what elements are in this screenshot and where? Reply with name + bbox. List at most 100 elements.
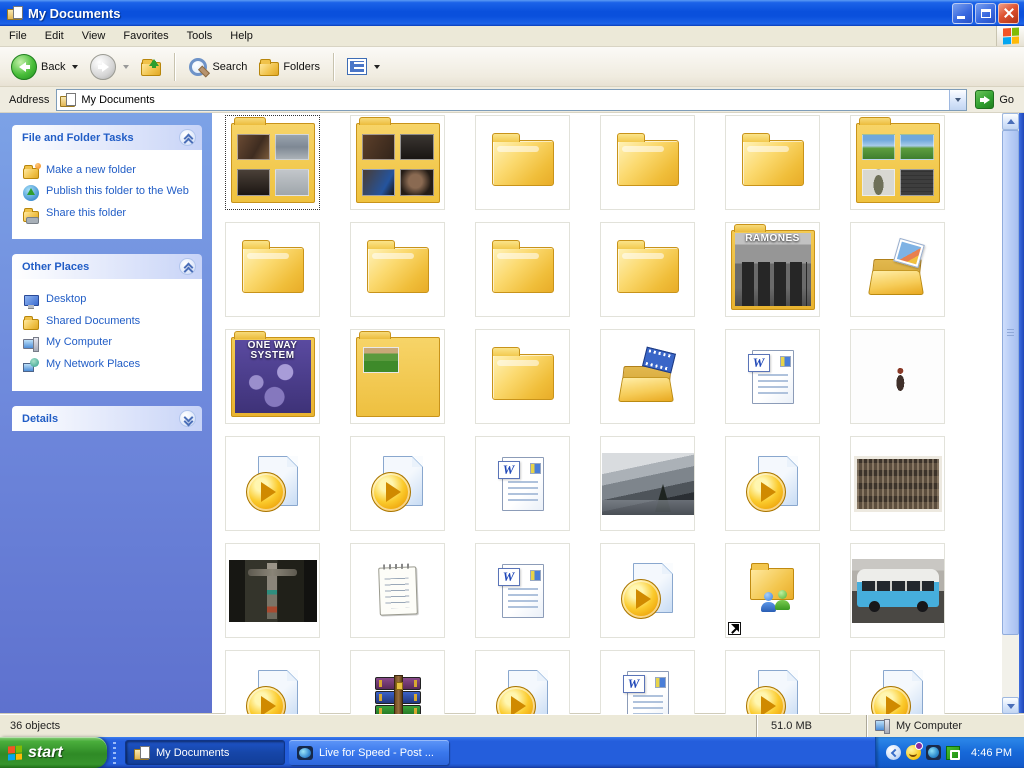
- media-file-icon: [244, 455, 302, 512]
- sidebar-item[interactable]: Shared Documents: [23, 315, 193, 330]
- word-document[interactable]: W: [475, 436, 570, 531]
- photo-folder-icon: [855, 116, 940, 203]
- sidebar-link[interactable]: Make a new folder: [46, 164, 136, 177]
- folder[interactable]: [350, 222, 445, 317]
- van-photo[interactable]: [850, 543, 945, 638]
- views-dropdown-icon[interactable]: [374, 64, 381, 69]
- text-file[interactable]: [350, 543, 445, 638]
- my-documents-icon: [7, 6, 23, 20]
- media-file-icon: [744, 669, 802, 714]
- scroll-track[interactable]: [1002, 130, 1019, 697]
- back-button[interactable]: Back: [6, 51, 83, 83]
- menu-help[interactable]: Help: [221, 26, 262, 46]
- photo-thumbnail: [851, 558, 944, 623]
- group-photo[interactable]: [850, 436, 945, 531]
- folder[interactable]: [475, 329, 570, 424]
- tray-collapse-icon[interactable]: [886, 745, 902, 760]
- folder[interactable]: [475, 115, 570, 210]
- archive-file[interactable]: [350, 650, 445, 714]
- photo-folder[interactable]: [350, 115, 445, 210]
- sidebar-link[interactable]: My Computer: [46, 336, 112, 349]
- sidebar-item[interactable]: Share this folder: [23, 207, 193, 224]
- photo-folder-icon: [355, 116, 440, 203]
- address-dropdown-button[interactable]: [949, 89, 967, 110]
- folder[interactable]: [600, 115, 695, 210]
- media-file[interactable]: [600, 543, 695, 638]
- shared-folder-shortcut[interactable]: [725, 543, 820, 638]
- start-button[interactable]: start: [0, 737, 107, 768]
- folder[interactable]: [225, 222, 320, 317]
- task-pane: File and Folder Tasks Make a new folder P…: [0, 113, 212, 714]
- sidebar-link[interactable]: My Network Places: [46, 358, 140, 371]
- minimize-button[interactable]: [952, 2, 973, 24]
- media-file[interactable]: [725, 436, 820, 531]
- screenshots-folder[interactable]: [850, 115, 945, 210]
- expand-icon[interactable]: [179, 410, 196, 427]
- word-document[interactable]: W: [725, 329, 820, 424]
- folder[interactable]: [475, 222, 570, 317]
- word-document[interactable]: W: [600, 650, 695, 714]
- menu-edit[interactable]: Edit: [36, 26, 73, 46]
- search-button[interactable]: Search: [183, 54, 252, 80]
- forward-button[interactable]: [85, 51, 134, 83]
- taskbar-task[interactable]: My Documents: [125, 740, 285, 765]
- folder[interactable]: [600, 222, 695, 317]
- menu-view[interactable]: View: [73, 26, 115, 46]
- photo-folder[interactable]: [225, 115, 320, 210]
- back-dropdown-icon[interactable]: [72, 64, 79, 69]
- up-button[interactable]: [136, 55, 166, 79]
- media-file[interactable]: [350, 436, 445, 531]
- panel-header[interactable]: File and Folder Tasks: [12, 125, 202, 150]
- oneway-album-folder[interactable]: ONE WAY SYSTEM: [225, 329, 320, 424]
- sidebar-link[interactable]: Share this folder: [46, 207, 126, 220]
- views-button[interactable]: [342, 55, 385, 78]
- scroll-down-icon[interactable]: [1002, 697, 1019, 714]
- media-file[interactable]: [725, 650, 820, 714]
- media-file[interactable]: [225, 650, 320, 714]
- pictures-folder[interactable]: [850, 222, 945, 317]
- totem-photo[interactable]: [225, 543, 320, 638]
- pictures-folder-icon: [866, 237, 930, 299]
- menu-tools[interactable]: Tools: [178, 26, 222, 46]
- go-button[interactable]: Go: [967, 90, 1022, 109]
- messenger-tray-icon[interactable]: [926, 745, 942, 760]
- antivirus-tray-icon[interactable]: [946, 745, 961, 760]
- sidebar-item[interactable]: Desktop: [23, 293, 193, 309]
- sidebar-link[interactable]: Desktop: [46, 293, 86, 306]
- folders-button[interactable]: Folders: [254, 55, 325, 79]
- smiley-tray-icon[interactable]: [906, 742, 924, 760]
- address-input[interactable]: My Documents: [56, 88, 968, 111]
- person-photo[interactable]: [850, 329, 945, 424]
- videos-folder[interactable]: [600, 329, 695, 424]
- sidebar-item[interactable]: Publish this folder to the Web: [23, 185, 193, 201]
- collapse-icon[interactable]: [179, 129, 196, 146]
- titlebar[interactable]: My Documents: [0, 0, 1024, 26]
- collapse-icon[interactable]: [179, 258, 196, 275]
- quick-launch-handle[interactable]: [111, 741, 119, 764]
- folder[interactable]: [725, 115, 820, 210]
- taskbar-task[interactable]: Live for Speed - Post ...: [289, 740, 449, 765]
- sidebar-item[interactable]: Make a new folder: [23, 163, 193, 179]
- media-file[interactable]: [475, 650, 570, 714]
- scroll-up-icon[interactable]: [1002, 113, 1019, 130]
- menu-file[interactable]: File: [0, 26, 36, 46]
- close-button[interactable]: [998, 2, 1019, 24]
- preview-folder[interactable]: [350, 329, 445, 424]
- media-file[interactable]: [225, 436, 320, 531]
- scroll-thumb[interactable]: [1002, 130, 1019, 635]
- menu-favorites[interactable]: Favorites: [114, 26, 177, 46]
- sidebar-link[interactable]: Publish this folder to the Web: [46, 185, 189, 198]
- media-file-icon: [869, 669, 927, 714]
- maximize-button[interactable]: [975, 2, 996, 24]
- media-file[interactable]: [850, 650, 945, 714]
- mountain-photo[interactable]: [600, 436, 695, 531]
- panel-header[interactable]: Details: [12, 406, 202, 431]
- sidebar-item[interactable]: My Network Places: [23, 358, 193, 374]
- sidebar-link[interactable]: Shared Documents: [46, 315, 140, 328]
- ramones-album-folder[interactable]: RAMONES: [725, 222, 820, 317]
- vertical-scrollbar[interactable]: [1002, 113, 1019, 714]
- sidebar-item[interactable]: My Computer: [23, 336, 193, 352]
- forward-dropdown-icon[interactable]: [123, 64, 130, 69]
- panel-header[interactable]: Other Places: [12, 254, 202, 279]
- word-document[interactable]: W: [475, 543, 570, 638]
